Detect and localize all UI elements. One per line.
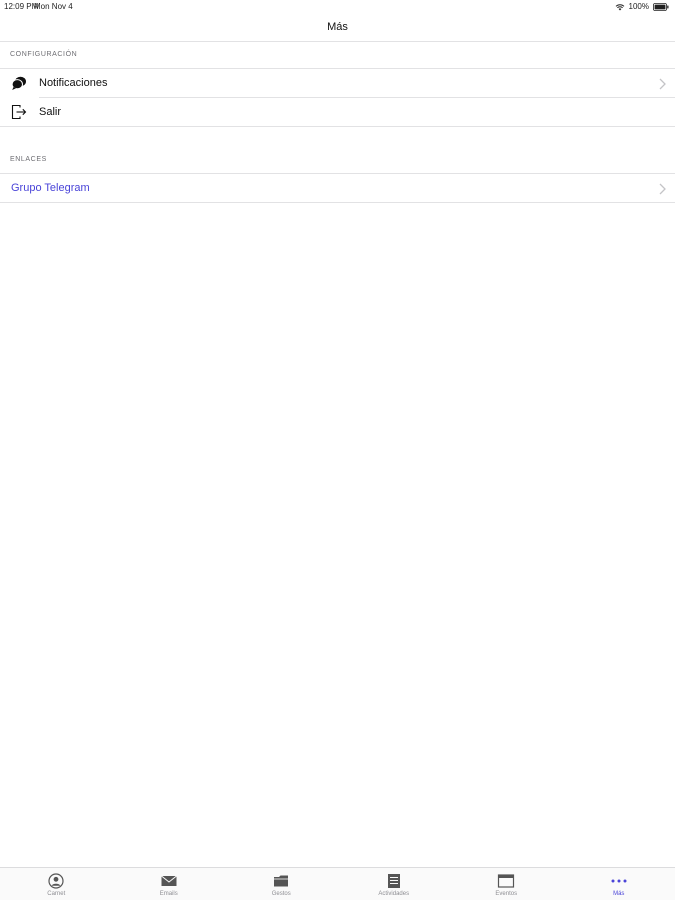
tab-mas[interactable]: Más <box>563 868 675 900</box>
tab-carnet[interactable]: Carnet <box>0 868 113 900</box>
divider <box>0 126 675 127</box>
tab-label: Gestos <box>271 891 291 897</box>
wifi-icon <box>615 3 625 11</box>
status-date: Mon Nov 4 <box>34 2 73 11</box>
section-header-enlaces: ENLACES <box>10 156 47 163</box>
telegram-group-link[interactable]: Grupo Telegram <box>11 182 90 194</box>
tab-label: Más <box>613 891 625 897</box>
chevron-right-icon <box>659 182 666 195</box>
screen: 12:09 PM Mon Nov 4 100% Más CONFIGURACIÓ… <box>0 0 675 900</box>
status-bar: 12:09 PM Mon Nov 4 100% <box>0 0 675 14</box>
navigation-bar: Más <box>0 14 675 42</box>
list-icon <box>385 873 403 889</box>
page-title: Más <box>327 21 348 33</box>
logout-row[interactable]: Salir <box>0 98 675 126</box>
status-right: 100% <box>615 2 669 11</box>
battery-percent: 100% <box>628 2 649 11</box>
more-dots-icon <box>610 873 628 889</box>
tab-actividades[interactable]: Actividades <box>338 868 451 900</box>
telegram-group-row[interactable]: Grupo Telegram <box>0 174 675 202</box>
notifications-label: Notificaciones <box>39 77 108 89</box>
logout-label: Salir <box>39 106 62 118</box>
envelope-icon <box>160 873 178 889</box>
tab-eventos[interactable]: Eventos <box>450 868 563 900</box>
tab-label: Carnet <box>47 891 66 897</box>
tab-bar: Carnet Emails Gestos Actividades Eventos… <box>0 867 675 900</box>
chat-bubbles-icon <box>11 75 27 91</box>
calendar-icon <box>497 873 515 889</box>
person-circle-icon <box>47 873 65 889</box>
divider <box>0 202 675 203</box>
tab-emails[interactable]: Emails <box>113 868 226 900</box>
folder-icon <box>272 873 290 889</box>
section-header-configuracion: CONFIGURACIÓN <box>10 51 78 58</box>
logout-icon <box>11 104 27 120</box>
tab-label: Emails <box>159 891 178 897</box>
notifications-row[interactable]: Notificaciones <box>0 69 675 97</box>
chevron-right-icon <box>659 77 666 90</box>
tab-label: Actividades <box>378 891 410 897</box>
tab-label: Eventos <box>495 891 518 897</box>
battery-icon <box>653 2 669 11</box>
tab-gestos[interactable]: Gestos <box>225 868 338 900</box>
